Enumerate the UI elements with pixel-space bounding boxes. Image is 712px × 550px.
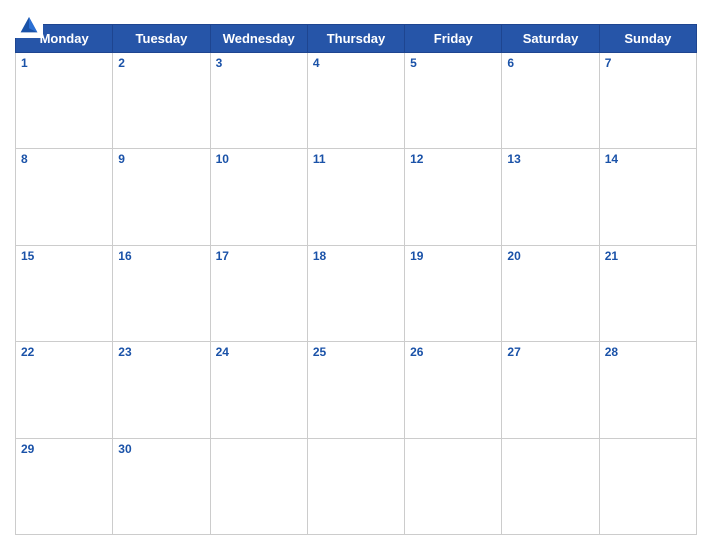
calendar-table: MondayTuesdayWednesdayThursdayFridaySatu…: [15, 24, 697, 535]
calendar-cell: 25: [307, 342, 404, 438]
day-number: 11: [313, 152, 399, 166]
calendar-cell: 5: [405, 53, 502, 149]
day-number: 13: [507, 152, 593, 166]
calendar-cell: 21: [599, 245, 696, 341]
weekday-header-friday: Friday: [405, 25, 502, 53]
weekday-header-thursday: Thursday: [307, 25, 404, 53]
day-number: 29: [21, 442, 107, 456]
weekday-header-saturday: Saturday: [502, 25, 599, 53]
calendar-cell: 3: [210, 53, 307, 149]
logo-area: [15, 10, 47, 38]
day-number: 10: [216, 152, 302, 166]
calendar-cell: 14: [599, 149, 696, 245]
day-number: 20: [507, 249, 593, 263]
calendar-cell: 28: [599, 342, 696, 438]
weekday-header-wednesday: Wednesday: [210, 25, 307, 53]
calendar-cell: 24: [210, 342, 307, 438]
generalblue-logo-icon: [15, 10, 43, 38]
calendar-cell: [599, 438, 696, 534]
calendar-cell: 26: [405, 342, 502, 438]
calendar-cell: [405, 438, 502, 534]
weekday-header-row: MondayTuesdayWednesdayThursdayFridaySatu…: [16, 25, 697, 53]
day-number: 22: [21, 345, 107, 359]
day-number: 4: [313, 56, 399, 70]
day-number: 6: [507, 56, 593, 70]
day-number: 3: [216, 56, 302, 70]
calendar-cell: [307, 438, 404, 534]
calendar-cell: [502, 438, 599, 534]
calendar-header: [15, 10, 697, 18]
calendar-cell: 23: [113, 342, 210, 438]
week-row-3: 15 16 17 18 19 20 21: [16, 245, 697, 341]
day-number: 18: [313, 249, 399, 263]
day-number: 5: [410, 56, 496, 70]
calendar-wrapper: MondayTuesdayWednesdayThursdayFridaySatu…: [0, 0, 712, 550]
week-row-5: 29 30: [16, 438, 697, 534]
calendar-cell: 6: [502, 53, 599, 149]
calendar-cell: 20: [502, 245, 599, 341]
week-row-4: 22 23 24 25 26 27 28: [16, 342, 697, 438]
day-number: 28: [605, 345, 691, 359]
calendar-cell: 27: [502, 342, 599, 438]
calendar-cell: 1: [16, 53, 113, 149]
calendar-cell: 30: [113, 438, 210, 534]
calendar-cell: 17: [210, 245, 307, 341]
calendar-cell: 16: [113, 245, 210, 341]
day-number: 26: [410, 345, 496, 359]
day-number: 19: [410, 249, 496, 263]
calendar-cell: [210, 438, 307, 534]
calendar-cell: 15: [16, 245, 113, 341]
day-number: 21: [605, 249, 691, 263]
day-number: 25: [313, 345, 399, 359]
weekday-header-tuesday: Tuesday: [113, 25, 210, 53]
day-number: 24: [216, 345, 302, 359]
day-number: 1: [21, 56, 107, 70]
weekday-header-sunday: Sunday: [599, 25, 696, 53]
day-number: 14: [605, 152, 691, 166]
calendar-cell: 22: [16, 342, 113, 438]
calendar-cell: 18: [307, 245, 404, 341]
day-number: 15: [21, 249, 107, 263]
calendar-cell: 2: [113, 53, 210, 149]
day-number: 7: [605, 56, 691, 70]
calendar-cell: 9: [113, 149, 210, 245]
calendar-cell: 12: [405, 149, 502, 245]
day-number: 8: [21, 152, 107, 166]
day-number: 27: [507, 345, 593, 359]
day-number: 23: [118, 345, 204, 359]
day-number: 17: [216, 249, 302, 263]
calendar-cell: 8: [16, 149, 113, 245]
calendar-cell: 13: [502, 149, 599, 245]
calendar-cell: 11: [307, 149, 404, 245]
week-row-1: 1234567: [16, 53, 697, 149]
calendar-cell: 4: [307, 53, 404, 149]
week-row-2: 89 10 11 12 13 14: [16, 149, 697, 245]
day-number: 12: [410, 152, 496, 166]
day-number: 2: [118, 56, 204, 70]
calendar-cell: 10: [210, 149, 307, 245]
calendar-cell: 7: [599, 53, 696, 149]
calendar-cell: 19: [405, 245, 502, 341]
day-number: 9: [118, 152, 204, 166]
calendar-cell: 29: [16, 438, 113, 534]
calendar-body: 1234567891011121314151617181920212223242…: [16, 53, 697, 535]
day-number: 16: [118, 249, 204, 263]
day-number: 30: [118, 442, 204, 456]
